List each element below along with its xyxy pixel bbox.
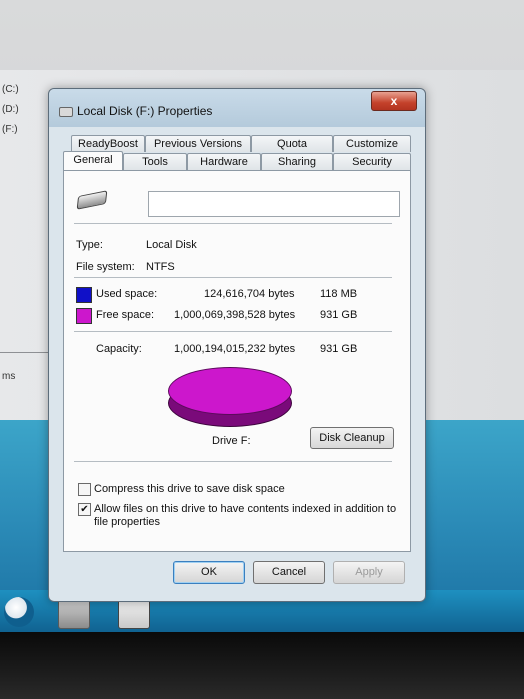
file-system-label: File system:: [76, 261, 135, 273]
dialog-titlebar[interactable]: Local Disk (F:) Properties x: [49, 89, 425, 127]
apply-button[interactable]: Apply: [333, 561, 405, 584]
tab-quota[interactable]: Quota: [251, 135, 333, 152]
tab-previous-versions[interactable]: Previous Versions: [145, 135, 251, 152]
start-button-icon[interactable]: [4, 597, 34, 627]
used-space-size: 118 MB: [320, 288, 358, 300]
general-tab-panel: Type: Local Disk File system: NTFS Used …: [63, 170, 411, 552]
tab-tools[interactable]: Tools: [123, 153, 187, 170]
separator-middle: [74, 277, 392, 278]
compress-checkbox[interactable]: [78, 483, 91, 496]
explorer-status-text: ms: [2, 371, 16, 382]
explorer-drive-d[interactable]: (D:): [0, 100, 48, 120]
capacity-size: 931 GB: [320, 343, 358, 355]
tab-readyboost[interactable]: ReadyBoost: [71, 135, 145, 152]
free-space-swatch: [76, 308, 92, 324]
free-space-label: Free space:: [96, 309, 155, 321]
free-space-size: 931 GB: [320, 309, 358, 321]
tab-hardware[interactable]: Hardware: [187, 153, 261, 170]
capacity-label: Capacity:: [96, 343, 142, 355]
explorer-drive-c[interactable]: (C:): [0, 80, 48, 100]
separator-bottom: [74, 461, 392, 462]
compress-label: Compress this drive to save disk space: [94, 483, 285, 495]
index-label-line1: Allow files on this drive to have conten…: [94, 503, 397, 515]
index-label-line2: file properties: [94, 516, 161, 528]
cancel-button[interactable]: Cancel: [253, 561, 325, 584]
used-space-bytes: 124,616,704 bytes: [204, 288, 295, 300]
dialog-title: Local Disk (F:) Properties: [77, 104, 213, 118]
capacity-bytes: 1,000,194,015,232 bytes: [174, 343, 296, 355]
disk-cleanup-button[interactable]: Disk Cleanup: [310, 427, 394, 449]
usage-pie-chart: [168, 367, 292, 429]
ok-button[interactable]: OK: [173, 561, 245, 584]
close-button[interactable]: x: [371, 91, 417, 111]
type-value: Local Disk: [146, 239, 197, 251]
hard-drive-icon: [76, 190, 108, 210]
index-checkbox[interactable]: ✔: [78, 503, 91, 516]
separator-capacity: [74, 331, 392, 332]
drive-title-icon: [59, 107, 73, 117]
type-label: Type:: [76, 239, 103, 251]
tab-customize[interactable]: Customize: [333, 135, 411, 152]
tab-sharing[interactable]: Sharing: [261, 153, 333, 170]
separator-top: [74, 223, 392, 224]
used-space-label: Used space:: [96, 288, 158, 300]
properties-dialog: Local Disk (F:) Properties x ReadyBoost …: [48, 88, 426, 602]
tab-security[interactable]: Security: [333, 153, 411, 170]
drive-name-input[interactable]: [148, 191, 400, 217]
used-space-swatch: [76, 287, 92, 303]
explorer-drive-f[interactable]: (F:): [0, 120, 48, 140]
pie-chart-free-slice: [168, 367, 292, 415]
drive-label: Drive F:: [212, 435, 251, 447]
tab-general[interactable]: General: [63, 151, 123, 170]
monitor-bezel: [0, 632, 524, 699]
free-space-bytes: 1,000,069,398,528 bytes: [174, 309, 296, 321]
file-system-value: NTFS: [146, 261, 175, 273]
explorer-drive-list: (C:) (D:) (F:): [0, 80, 48, 140]
